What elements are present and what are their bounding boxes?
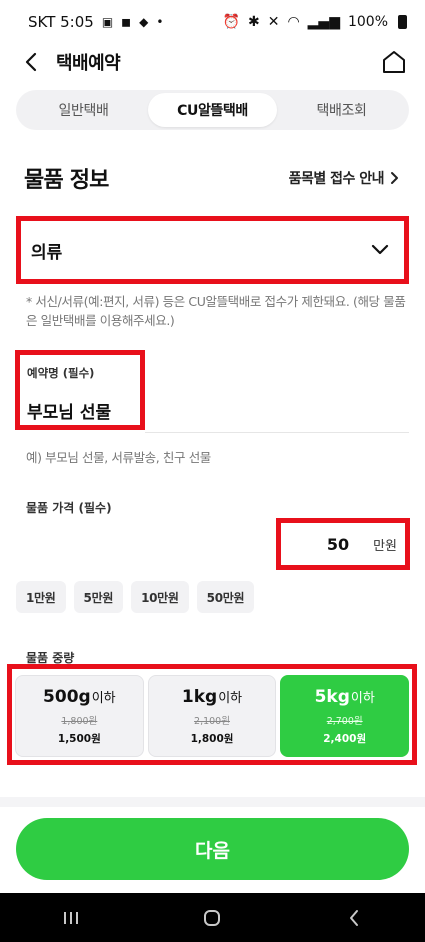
- category-value: 의류: [31, 242, 63, 263]
- weight-option-500g[interactable]: 500g 이하 1,800원 1,500원: [15, 675, 144, 757]
- home-nav-icon[interactable]: [182, 898, 242, 938]
- reservation-name-example: 예) 부모님 선물, 서류발송, 친구 선물: [26, 450, 211, 465]
- page-title: 택배예약: [56, 53, 121, 74]
- weight-size: 1kg: [181, 686, 218, 707]
- price-value: 50: [326, 534, 350, 554]
- reservation-name-label: 예약명 (필수): [27, 366, 95, 380]
- status-right: ⏰ ✱ ✕ ◠ ▂▄▆ 100%: [223, 14, 407, 30]
- alarm-icon: ⏰: [222, 14, 240, 30]
- system-nav-bar: [0, 893, 425, 942]
- original-price: 2,700원: [326, 715, 363, 727]
- original-price: 2,100원: [194, 715, 230, 727]
- reservation-name-value: 부모님 선물: [27, 403, 112, 423]
- weight-size: 500g: [43, 686, 91, 707]
- weight-option-5kg[interactable]: 5kg 이하 2,700원 2,400원: [280, 675, 410, 757]
- price-quick-chips: 1만원 5만원 10만원 50만원: [16, 581, 255, 613]
- weight-suffix: 이하: [91, 690, 116, 706]
- signal-icon: ▂▄▆: [307, 14, 340, 30]
- carrier-time: SKT 5:05: [28, 13, 94, 31]
- price-input[interactable]: 50 만원: [276, 518, 410, 570]
- battery-icon: [398, 15, 407, 29]
- name-field-divider: [145, 432, 409, 433]
- tab-general-delivery[interactable]: 일반택배: [19, 93, 148, 127]
- delivery-type-tabs: 일반택배 CU알뜰택배 택배조회: [16, 90, 409, 130]
- app-notification-icon: ◼: [121, 15, 132, 29]
- weight-option-title: 1kg 이하: [182, 687, 242, 707]
- section-title: 물품 정보: [24, 168, 109, 193]
- discount-price: 1,500원: [57, 732, 101, 745]
- discount-price: 1,800원: [190, 732, 234, 745]
- mute-icon: ✕: [267, 14, 280, 30]
- weight-suffix: 이하: [218, 690, 243, 706]
- chevron-down-icon: [371, 244, 389, 255]
- section-separator: [0, 797, 425, 807]
- price-chip-10000[interactable]: 1만원: [16, 581, 66, 613]
- weight-suffix: 이하: [350, 690, 375, 706]
- back-icon[interactable]: [20, 51, 42, 73]
- item-guide-label: 품목별 접수 안내: [288, 171, 385, 187]
- chevron-right-icon: [391, 172, 398, 184]
- discount-price: 2,400원: [323, 732, 367, 745]
- battery-percent: 100%: [347, 14, 388, 30]
- gallery-notification-icon: ▣: [101, 15, 114, 29]
- price-chip-50000[interactable]: 5만원: [73, 581, 124, 613]
- price-label: 물품 가격 (필수): [26, 501, 112, 515]
- next-button[interactable]: 다음: [16, 818, 409, 880]
- item-guide-link[interactable]: 품목별 접수 안내: [289, 168, 399, 188]
- wifi-icon: ◠: [287, 14, 300, 30]
- game-notification-icon: ◆: [139, 15, 149, 29]
- bluetooth-icon: ✱: [247, 14, 260, 30]
- reservation-name-field[interactable]: 예약명 (필수) 부모님 선물: [15, 350, 145, 430]
- weight-option-1kg[interactable]: 1kg 이하 2,100원 1,800원: [147, 675, 277, 757]
- tab-delivery-tracking[interactable]: 택배조회: [277, 93, 406, 127]
- price-chip-100000[interactable]: 10만원: [131, 581, 189, 613]
- price-unit: 만원: [373, 538, 397, 554]
- recent-apps-icon[interactable]: [41, 898, 101, 938]
- restriction-notice: * 서신/서류(예:편지, 서류) 등은 CU알뜰택배로 접수가 제한돼요. (…: [26, 294, 406, 328]
- original-price: 1,800원: [61, 715, 98, 727]
- weight-options: 500g 이하 1,800원 1,500원 1kg 이하 2,100원 1,80…: [15, 675, 410, 757]
- weight-option-title: 500g 이하: [43, 687, 116, 707]
- price-chip-500000[interactable]: 50만원: [196, 581, 255, 613]
- weight-option-title: 5kg 이하: [315, 687, 375, 707]
- more-notifications-icon: •: [156, 15, 164, 29]
- app-header: 택배예약: [0, 40, 425, 84]
- status-bar: SKT 5:05 ▣ ◼ ◆ • ⏰ ✱ ✕ ◠ ▂▄▆ 100%: [0, 0, 425, 44]
- home-icon[interactable]: [381, 49, 407, 75]
- status-left: SKT 5:05 ▣ ◼ ◆ •: [28, 13, 163, 31]
- tab-cu-budget-delivery[interactable]: CU알뜰택배: [148, 93, 277, 127]
- category-select[interactable]: 의류: [16, 216, 409, 284]
- back-nav-icon[interactable]: [324, 898, 384, 938]
- weight-size: 5kg: [314, 686, 350, 707]
